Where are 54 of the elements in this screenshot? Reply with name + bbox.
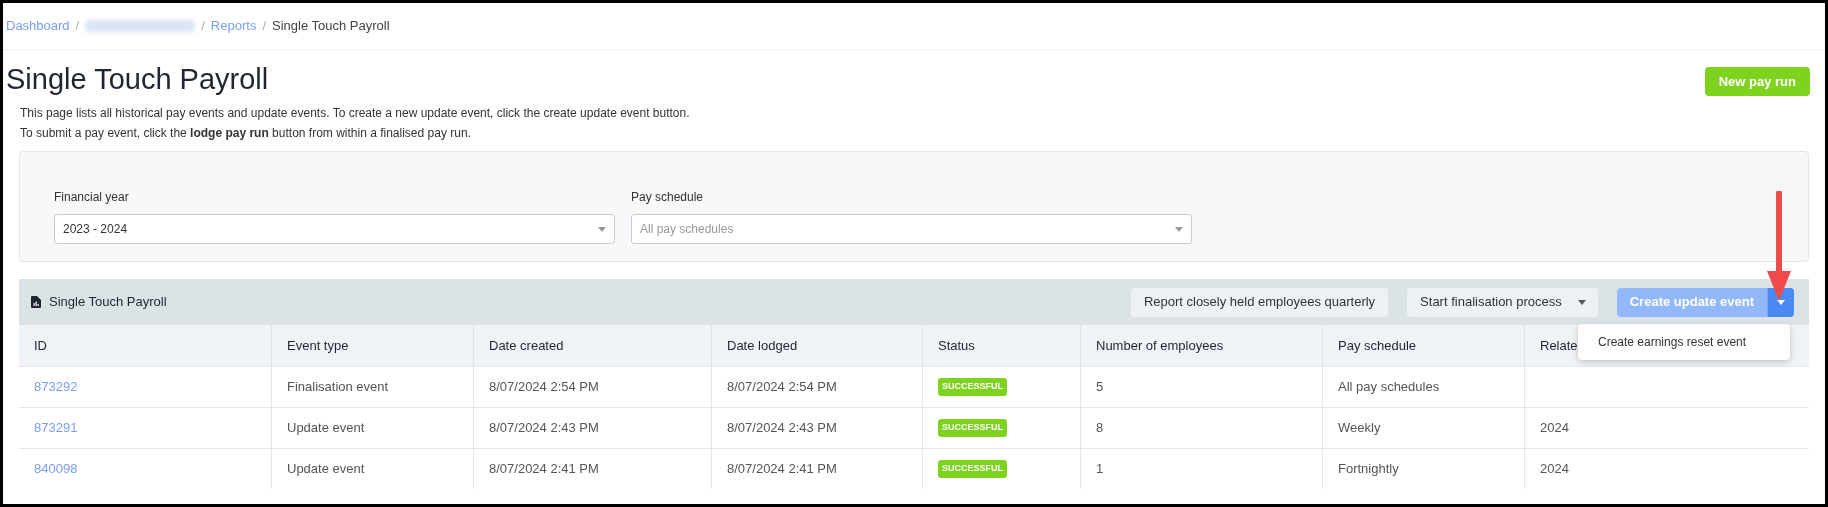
status-badge: SUCCESSFUL [938,378,1007,396]
caret-icon [598,226,606,232]
table-cell-text: 2024 [1540,419,1569,438]
status-badge: SUCCESSFUL [938,419,1007,437]
description-text: This page lists all historical pay events and update events. To create a new update event, click the create update event button. [20,105,691,122]
create-update-event-button[interactable]: Create update event [1616,287,1767,317]
column-header: Date created [473,325,711,366]
column-header: Number of employees [1080,325,1322,366]
new-pay-run-button[interactable]: New pay run [1704,67,1810,96]
page-title: Single Touch Payroll [5,62,269,97]
table-cell-text: 8/07/2024 2:43 PM [727,419,837,438]
column-header: ID [33,336,48,355]
table-cell-text: 8/07/2024 2:54 PM [489,378,599,397]
report-icon [31,296,41,308]
table-cell-text: 5 [1096,378,1104,397]
panel-title: Single Touch Payroll [49,293,167,312]
column-header: Event type [271,325,473,366]
table-cell-text: 2024 [1540,460,1569,479]
breadcrumb-separator: / [262,17,266,36]
finalisation-dropdown[interactable]: Start finalisation process [1407,287,1598,317]
report-button[interactable]: Report closely held employees quarterly [1130,287,1389,317]
table-cell-text: Update event [287,460,365,479]
caret-icon [1777,299,1785,305]
menu-item[interactable]: Create earnings reset event [1578,332,1790,351]
table-cell-text: Fortnightly [1338,460,1399,479]
caret-icon [1175,226,1183,232]
id-link[interactable]: 873291 [34,418,78,438]
table-cell-text: 8/07/2024 2:43 PM [489,419,599,438]
table-cell-text: Update event [287,419,365,438]
status-badge: SUCCESSFUL [938,460,1007,478]
table-cell-text: 8/07/2024 2:41 PM [489,460,599,479]
breadcrumb-separator: / [201,17,205,36]
table-cell-text: 8/07/2024 2:54 PM [727,378,837,397]
table-cell-text: All pay schedules [1338,378,1440,397]
id-link[interactable]: 840098 [34,459,78,479]
table-cell-text: 8/07/2024 2:41 PM [727,460,837,479]
table-cell-text: Finalisation event [287,378,389,397]
caret-icon [1577,299,1586,305]
table-cell-text: 8 [1096,419,1104,438]
breadcrumb-separator: / [75,17,80,36]
breadcrumb-link[interactable]: Reports [210,16,257,36]
description-text: To submit a pay event, click the lodge pay run button from within a finalised pay run. [20,125,472,142]
filter-label: Financial year [54,189,130,206]
id-link[interactable]: 873292 [34,377,78,397]
breadcrumb-link[interactable]: Dashboard [6,16,70,36]
column-header: Status [922,325,1080,366]
table-cell-text: 1 [1096,460,1104,479]
select-field[interactable]: All pay schedules [631,214,1192,244]
column-header: Pay schedule [1322,325,1524,366]
table-cell-text: Weekly [1338,419,1381,438]
breadcrumb-current: Single Touch Payroll [272,17,390,36]
filter-label: Pay schedule [631,189,705,206]
select-field[interactable]: 2023 - 2024 [54,214,615,244]
column-header: Date lodged [711,325,922,366]
